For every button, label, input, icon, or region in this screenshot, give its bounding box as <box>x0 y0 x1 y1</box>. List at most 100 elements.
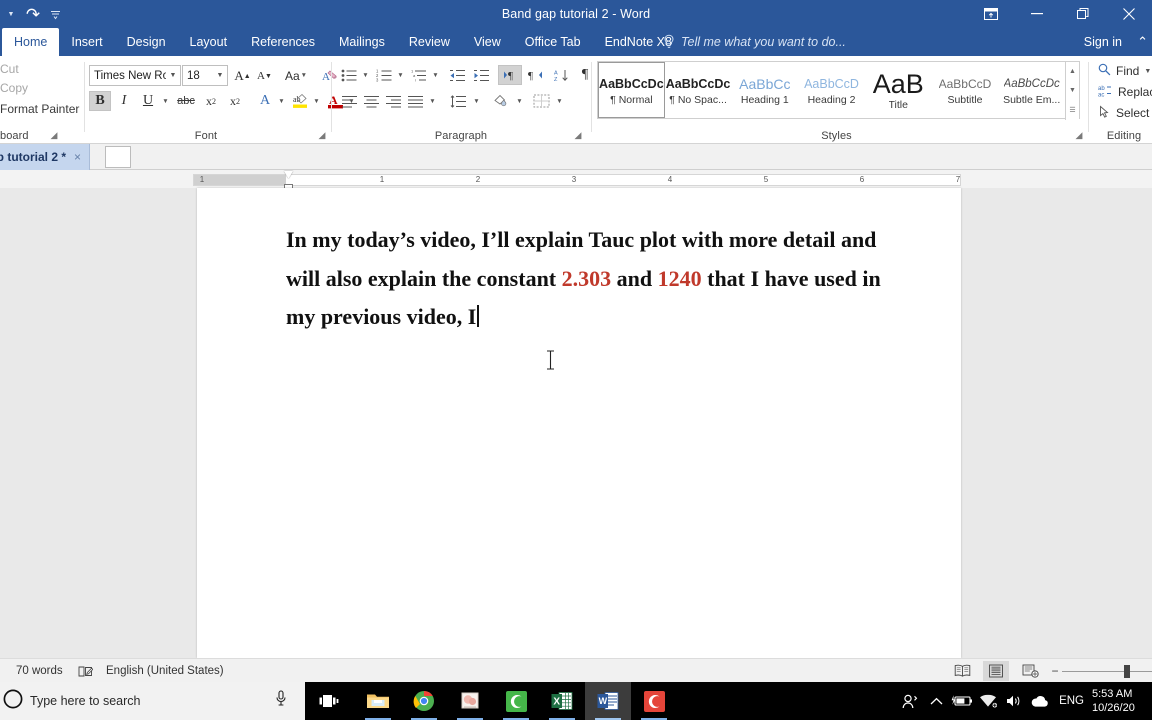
font-dialog-launcher[interactable]: ◢ <box>316 129 328 141</box>
grow-font-button[interactable]: A ▲ <box>232 65 253 86</box>
read-mode-view-button[interactable] <box>949 661 975 681</box>
microsoft-excel-icon[interactable]: X <box>539 682 585 720</box>
style-no-spacing[interactable]: AaBbCcDc ¶ No Spac... <box>665 62 732 118</box>
bullets-button[interactable] <box>338 65 360 85</box>
tab-view[interactable]: View <box>462 28 513 56</box>
increase-indent-button[interactable] <box>470 65 493 85</box>
proofing-errors-icon[interactable] <box>78 659 93 683</box>
taskbar-search-box[interactable]: Type here to search <box>0 682 305 720</box>
ribbon-options-icon[interactable]: ⌃ <box>1137 28 1148 56</box>
strikethrough-button[interactable]: abc <box>174 91 198 111</box>
numbering-chevron-down-icon[interactable]: ▼ <box>394 65 406 85</box>
shading-button[interactable] <box>489 91 513 111</box>
input-language-indicator[interactable]: ENG <box>1053 695 1090 707</box>
onedrive-cloud-icon[interactable] <box>1027 682 1053 720</box>
text-highlight-color-button[interactable]: ab <box>289 91 311 111</box>
photo-app-icon[interactable] <box>447 682 493 720</box>
file-explorer-icon[interactable] <box>355 682 401 720</box>
subscript-button[interactable]: x2 <box>200 91 222 111</box>
microphone-icon[interactable] <box>275 690 287 712</box>
style-heading-2[interactable]: AaBbCcD Heading 2 <box>798 62 865 118</box>
print-layout-view-button[interactable] <box>983 661 1009 681</box>
taskbar-clock[interactable]: 5:53 AM 10/26/20 <box>1090 682 1152 720</box>
styles-gallery-scroll[interactable]: ▲ ▼ ☰ <box>1065 62 1079 120</box>
redo-icon[interactable]: ↷ <box>22 2 44 26</box>
customize-quick-access-icon[interactable] <box>44 2 66 26</box>
qat-overflow-icon[interactable]: ▼ <box>0 2 22 26</box>
first-line-indent-marker[interactable] <box>284 171 293 178</box>
tab-layout[interactable]: Layout <box>178 28 240 56</box>
right-to-left-text-direction-button[interactable]: ¶ <box>523 65 547 85</box>
language-status[interactable]: English (United States) <box>106 659 224 683</box>
highlight-chevron-down-icon[interactable]: ▼ <box>310 91 322 111</box>
underline-button[interactable]: U <box>137 91 159 111</box>
italic-button[interactable]: I <box>113 91 135 111</box>
new-document-tab-button[interactable] <box>105 146 131 168</box>
text-effects-chevron-down-icon[interactable]: ▼ <box>275 91 287 111</box>
bullets-chevron-down-icon[interactable]: ▼ <box>359 65 371 85</box>
close-icon[interactable]: × <box>74 150 81 164</box>
style-subtitle[interactable]: AaBbCcD Subtitle <box>932 62 999 118</box>
show-hidden-icons-chevron[interactable] <box>923 682 949 720</box>
sort-button[interactable]: AZ <box>551 65 573 85</box>
paragraph-dialog-launcher[interactable]: ◢ <box>572 129 584 141</box>
style-title[interactable]: AaB Title <box>865 62 932 118</box>
left-to-right-text-direction-button[interactable]: ¶ <box>498 65 522 85</box>
align-left-button[interactable] <box>338 91 361 111</box>
borders-button[interactable] <box>529 91 553 111</box>
camtasia-editor-icon[interactable] <box>493 682 539 720</box>
restore-icon[interactable] <box>1060 0 1106 28</box>
speaker-icon[interactable] <box>1001 682 1027 720</box>
document-tab[interactable]: ap tutorial 2 * × <box>0 144 91 170</box>
gallery-scroll-down-icon[interactable]: ▼ <box>1066 81 1079 100</box>
tell-me-search[interactable]: Tell me what you want to do... <box>663 28 846 56</box>
tab-references[interactable]: References <box>239 28 327 56</box>
wifi-icon[interactable] <box>975 682 1001 720</box>
zoom-track[interactable] <box>1062 664 1152 678</box>
web-layout-view-button[interactable] <box>1017 661 1043 681</box>
copy-button[interactable]: Copy <box>0 81 28 95</box>
tab-review[interactable]: Review <box>397 28 462 56</box>
text-effects-button[interactable]: A <box>254 91 276 111</box>
font-name-combobox[interactable]: Times New Ro ▼ <box>89 65 181 86</box>
gallery-scroll-up-icon[interactable]: ▲ <box>1066 62 1079 81</box>
show-formatting-marks-button[interactable]: ¶ <box>575 65 595 85</box>
line-spacing-button[interactable] <box>446 91 470 111</box>
battery-charging-icon[interactable] <box>949 682 975 720</box>
align-right-button[interactable] <box>382 91 405 111</box>
bold-button[interactable]: B <box>89 91 111 111</box>
format-painter-button[interactable]: Format Painter <box>0 102 79 116</box>
borders-chevron-down-icon[interactable]: ▼ <box>553 91 565 111</box>
zoom-thumb[interactable] <box>1124 664 1130 678</box>
sign-in-button[interactable]: Sign in <box>1084 28 1122 56</box>
select-button[interactable]: Select ▼ <box>1098 105 1152 121</box>
shrink-font-button[interactable]: A ▼ <box>254 65 275 86</box>
change-case-button[interactable]: Aa ▼ <box>280 65 312 86</box>
microsoft-word-icon[interactable]: W <box>585 682 631 720</box>
line-spacing-chevron-down-icon[interactable]: ▼ <box>470 91 482 111</box>
document-page[interactable]: In my today’s video, I’ll explain Tauc p… <box>197 188 961 658</box>
close-icon[interactable] <box>1106 0 1152 28</box>
justify-button[interactable] <box>404 91 427 111</box>
tab-office-tab[interactable]: Office Tab <box>513 28 593 56</box>
ribbon-display-options-icon[interactable] <box>968 0 1014 28</box>
gallery-more-icon[interactable]: ☰ <box>1066 101 1079 120</box>
tab-insert[interactable]: Insert <box>59 28 114 56</box>
justify-chevron-down-icon[interactable]: ▼ <box>426 91 438 111</box>
horizontal-ruler[interactable]: 1 1 2 3 4 5 6 7 <box>193 171 961 192</box>
style-subtle-emphasis[interactable]: AaBbCcDc Subtle Em... <box>998 62 1065 118</box>
decrease-indent-button[interactable] <box>446 65 469 85</box>
clipboard-dialog-launcher[interactable]: ◢ <box>48 129 60 141</box>
zoom-out-button[interactable]: − <box>1048 664 1062 678</box>
underline-chevron-down-icon[interactable]: ▼ <box>159 91 171 111</box>
multilevel-chevron-down-icon[interactable]: ▼ <box>429 65 441 85</box>
word-count[interactable]: 70 words <box>16 659 63 683</box>
find-button[interactable]: Find ▼ <box>1098 63 1151 79</box>
task-view-icon[interactable] <box>310 682 348 720</box>
google-chrome-icon[interactable] <box>401 682 447 720</box>
cut-button[interactable]: Cut <box>0 62 19 76</box>
minimize-icon[interactable] <box>1014 0 1060 28</box>
font-size-combobox[interactable]: 18 ▼ <box>182 65 228 86</box>
style-normal[interactable]: AaBbCcDc ¶ Normal <box>598 62 665 118</box>
cortana-circle-icon[interactable] <box>2 688 24 715</box>
